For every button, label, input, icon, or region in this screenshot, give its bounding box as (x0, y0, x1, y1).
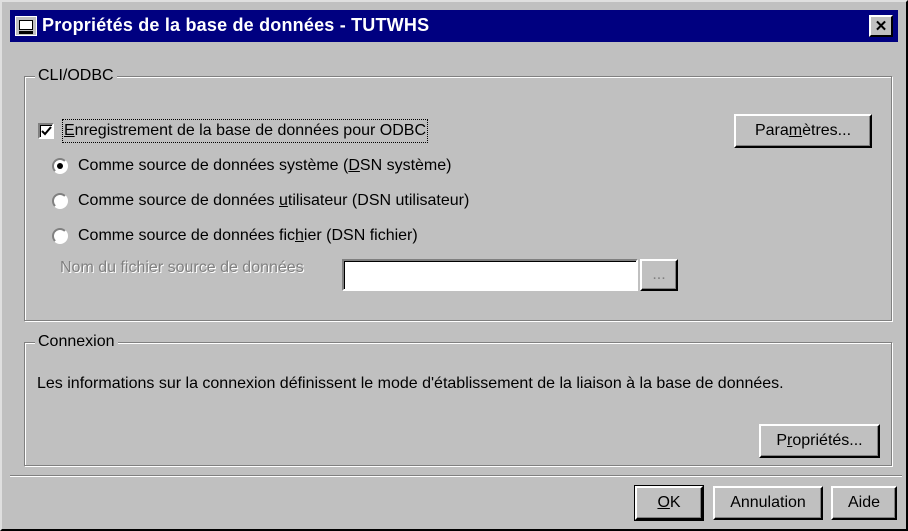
cli-odbc-group-label: CLI/ODBC (35, 67, 117, 85)
radio-system-dsn-label[interactable]: Comme source de données système (DSN sys… (78, 156, 451, 176)
properties-button[interactable]: Pr opriétés... (759, 424, 880, 458)
file-name-label: Nom du fichier source de données (60, 259, 304, 276)
checkmark-icon (41, 126, 52, 136)
radio-user-dsn[interactable] (52, 193, 68, 209)
radio-file-dsn[interactable] (52, 228, 68, 244)
connection-description: Les informations sur la connexion défini… (37, 375, 784, 392)
parameters-button[interactable]: Para m ètres... (734, 114, 872, 148)
radio-user-dsn-label[interactable]: Comme source de données utilisateur (DSN… (78, 191, 469, 211)
connection-group-label: Connexion (35, 333, 118, 351)
close-button[interactable]: ✕ (869, 15, 893, 37)
radio-selected-dot (57, 163, 63, 169)
ok-button[interactable]: OK (634, 485, 704, 521)
cancel-button[interactable]: Annulation (713, 486, 823, 520)
radio-system-dsn[interactable] (52, 158, 68, 174)
window-title: Propriétés de la base de données - TUTWH… (42, 15, 430, 35)
radio-file-dsn-label[interactable]: Comme source de données fichier (DSN fic… (78, 226, 418, 246)
help-button[interactable]: Aide (831, 486, 897, 520)
database-window-icon (15, 16, 37, 36)
title-bar[interactable]: Propriétés de la base de données - TUTWH… (10, 10, 898, 42)
dialog-window: Propriétés de la base de données - TUTWH… (0, 0, 908, 531)
file-name-field[interactable] (342, 259, 638, 291)
footer-separator (10, 475, 902, 477)
close-icon: ✕ (874, 18, 888, 35)
register-odbc-checkbox[interactable] (38, 123, 54, 139)
register-odbc-label[interactable]: Enregistrement de la base de données pou… (62, 119, 428, 143)
browse-file-button[interactable]: ... (640, 259, 678, 291)
